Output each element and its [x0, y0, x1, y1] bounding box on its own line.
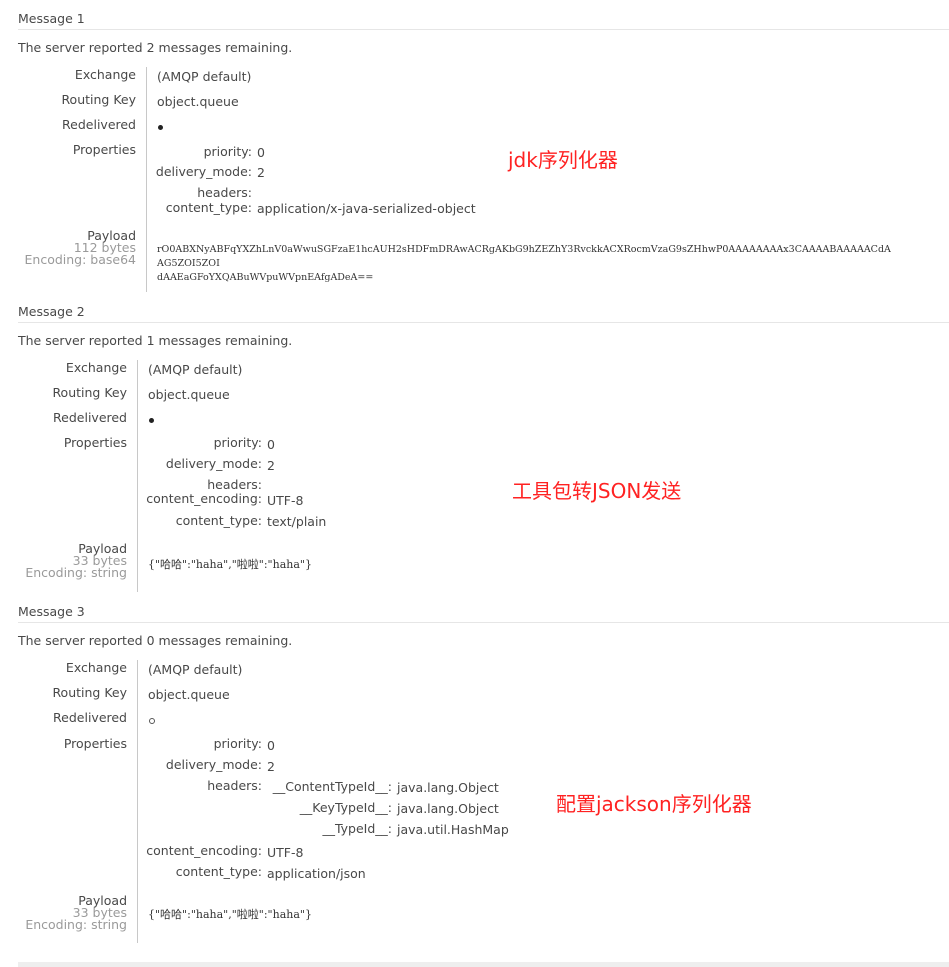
header-content-type-id-key: __ContentTypeId__:: [272, 779, 392, 794]
exchange-label: Exchange: [65, 360, 127, 375]
content-encoding-key: content_encoding:: [146, 843, 262, 858]
header-key-type-id-key: __KeyTypeId__:: [299, 800, 392, 815]
routing-key-label: Routing Key: [52, 685, 127, 700]
message-title: Message 1: [18, 9, 949, 30]
exchange-value: (AMQP default): [157, 69, 252, 84]
delivery-mode-value: 2: [267, 759, 275, 774]
header-key-type-id-value: java.lang.Object: [397, 801, 499, 816]
remaining-text: The server reported 0 messages remaining…: [18, 632, 292, 650]
properties-label: Properties: [63, 435, 127, 450]
payload-meta: Payload 112 bytes Encoding: base64: [24, 229, 147, 267]
headers-key: headers:: [197, 185, 252, 200]
payload-content: {"哈哈":"haha","啦啦":"haha"}: [148, 908, 548, 922]
content-type-value: application/x-java-serialized-object: [257, 201, 476, 216]
remaining-count: 0: [146, 633, 155, 648]
redelivered-indicator: [149, 718, 155, 724]
payload-line: rO0ABXNyABFqYXZhLnV0aWwuSGFzaE1hcAUH2sHD…: [157, 244, 891, 269]
remaining-suffix: messages remaining.: [158, 40, 293, 55]
routing-key-label: Routing Key: [52, 385, 127, 400]
remaining-text: The server reported 2 messages remaining…: [18, 39, 292, 57]
routing-key-label: Routing Key: [61, 92, 136, 107]
exchange-value: (AMQP default): [148, 662, 243, 677]
message-3: Message 3 The server reported 0 messages…: [18, 602, 949, 947]
payload-line: {"哈哈":"haha","啦啦":"haha"}: [148, 558, 312, 571]
priority-value: 0: [267, 738, 275, 753]
payload-meta: Payload 33 bytes Encoding: string: [25, 542, 137, 580]
exchange-label: Exchange: [65, 660, 127, 675]
exchange-value: (AMQP default): [148, 362, 243, 377]
headers-key: headers:: [207, 778, 262, 793]
remaining-count: 2: [146, 40, 155, 55]
delivery-mode-key: delivery_mode:: [165, 757, 262, 772]
content-encoding-value: UTF-8: [267, 493, 304, 508]
content-type-value: application/json: [267, 866, 366, 881]
remaining-text: The server reported 1 messages remaining…: [18, 332, 292, 350]
message-1: Message 1 The server reported 2 messages…: [18, 9, 949, 299]
payload-content: {"哈哈":"haha","啦啦":"haha"}: [148, 558, 548, 572]
remaining-suffix: messages remaining.: [158, 333, 293, 348]
properties-label: Properties: [72, 142, 136, 157]
headers-key: headers:: [207, 477, 262, 492]
delivery-mode-key: delivery_mode:: [155, 164, 252, 179]
delivery-mode-key: delivery_mode:: [165, 456, 262, 471]
message-properties-table: Exchange Routing Key Redelivered Propert…: [18, 360, 138, 592]
priority-value: 0: [257, 145, 265, 160]
bottom-divider: [18, 962, 949, 967]
redelivered-indicator: [149, 418, 154, 423]
header-type-id-value: java.util.HashMap: [397, 822, 509, 837]
annotation-json-toolkit: 工具包转JSON发送: [512, 479, 682, 503]
redelivered-label: Redelivered: [53, 410, 127, 425]
routing-key-value: object.queue: [148, 687, 230, 702]
redelivered-indicator: [158, 125, 163, 130]
priority-value: 0: [267, 437, 275, 452]
message-2: Message 2 The server reported 1 messages…: [18, 302, 949, 597]
content-type-key: content_type:: [175, 864, 262, 879]
message-title: Message 2: [18, 302, 949, 323]
content-type-value: text/plain: [267, 514, 327, 529]
message-properties-table: Exchange Routing Key Redelivered Propert…: [18, 660, 138, 943]
content-encoding-value: UTF-8: [267, 845, 304, 860]
priority-key: priority:: [213, 736, 262, 751]
message-title: Message 3: [18, 602, 949, 623]
remaining-prefix: The server reported: [18, 40, 143, 55]
remaining-suffix: messages remaining.: [158, 633, 293, 648]
remaining-prefix: The server reported: [18, 333, 143, 348]
payload-encoding: Encoding: string: [25, 917, 127, 932]
properties-label: Properties: [63, 736, 127, 751]
payload-line: {"哈哈":"haha","啦啦":"haha"}: [148, 908, 312, 921]
header-content-type-id-value: java.lang.Object: [397, 780, 499, 795]
delivery-mode-value: 2: [257, 165, 265, 180]
routing-key-value: object.queue: [148, 387, 230, 402]
header-type-id-key: __TypeId__:: [322, 821, 392, 836]
annotation-jackson-serializer: 配置jackson序列化器: [556, 792, 752, 816]
routing-key-value: object.queue: [157, 94, 239, 109]
priority-key: priority:: [203, 144, 252, 159]
redelivered-label: Redelivered: [53, 710, 127, 725]
remaining-prefix: The server reported: [18, 633, 143, 648]
payload-meta: Payload 33 bytes Encoding: string: [25, 894, 137, 932]
content-type-key: content_type:: [175, 513, 262, 528]
redelivered-label: Redelivered: [62, 117, 136, 132]
delivery-mode-value: 2: [267, 458, 275, 473]
payload-line: dAAEaGFoYXQABuWVpuWVpnEAfgADeA==: [157, 272, 374, 283]
message-properties-table: Exchange Routing Key Redelivered Propert…: [18, 67, 147, 292]
remaining-count: 1: [146, 333, 155, 348]
content-type-key: content_type:: [165, 200, 252, 215]
payload-content: rO0ABXNyABFqYXZhLnV0aWwuSGFzaE1hcAUH2sHD…: [157, 243, 897, 285]
priority-key: priority:: [213, 435, 262, 450]
payload-encoding: Encoding: base64: [24, 252, 137, 267]
content-encoding-key: content_encoding:: [146, 491, 262, 506]
payload-encoding: Encoding: string: [25, 565, 127, 580]
annotation-jdk-serializer: jdk序列化器: [508, 148, 618, 172]
exchange-label: Exchange: [74, 67, 136, 82]
